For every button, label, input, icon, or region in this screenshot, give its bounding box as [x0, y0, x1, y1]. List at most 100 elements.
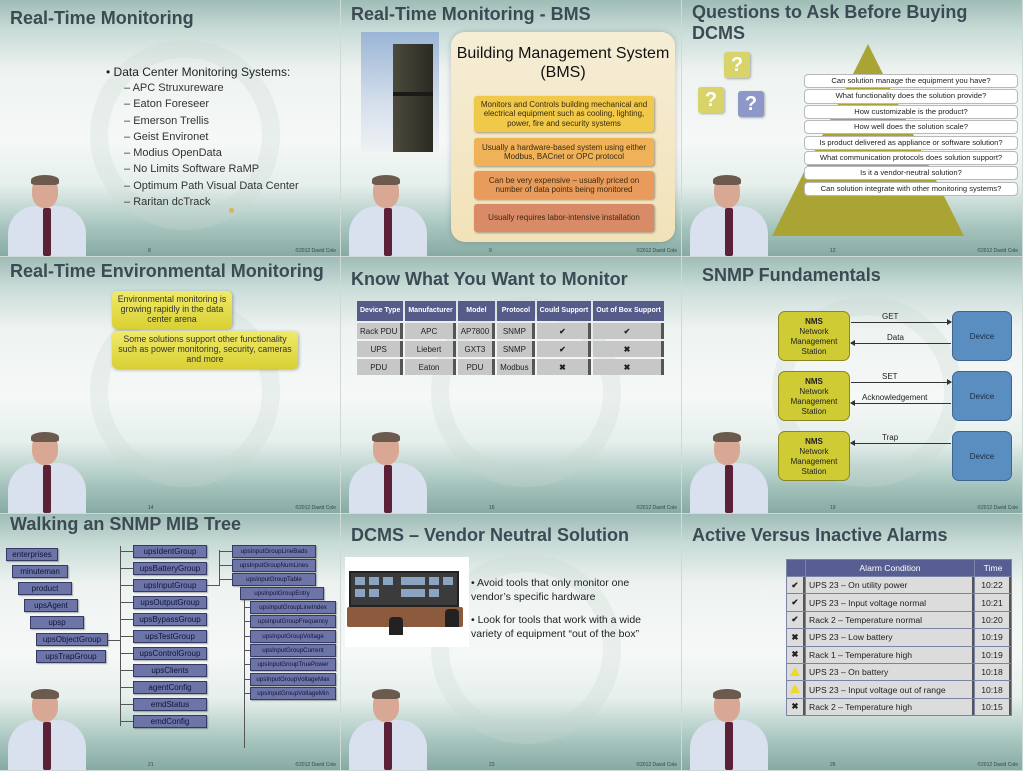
bullet-item: • Look for tools that work with a wide v… [471, 614, 642, 640]
mib-node[interactable]: upsControlGroup [133, 647, 207, 660]
check-icon: ✔ [536, 323, 592, 339]
alarm-row[interactable]: ✔ UPS 23 – On utility power 10:22 [787, 577, 1011, 594]
question-mark-icon: ? [698, 87, 724, 113]
warning-triangle-icon [790, 666, 800, 676]
list-item: – Emerson Trellis [124, 114, 209, 127]
question-mark-icon: ? [738, 91, 764, 117]
mib-node[interactable]: upsInputGroupVoltageMin [250, 686, 336, 700]
mib-node[interactable]: upsInputGroupTable [232, 573, 316, 586]
question-item: Can solution integrate with other monito… [804, 181, 1018, 196]
nms-box: NMS Network Management Station [778, 431, 850, 481]
presenter-video [686, 689, 772, 770]
bullet-list: • Data Center Monitoring Systems: – APC … [106, 64, 299, 210]
copyright: ©2012 David Cole [977, 505, 1018, 511]
device-table: Device Type Manufacturer Model Protocol Coul… [355, 299, 666, 377]
mib-node[interactable]: upsClients [133, 664, 207, 677]
check-icon: ✔ [593, 323, 664, 339]
tree-connector [120, 636, 133, 637]
bullet-heading: • Data Center Monitoring Systems: [106, 65, 291, 79]
mib-node[interactable]: product [18, 582, 72, 595]
mib-node[interactable]: upsTrapGroup [36, 650, 106, 663]
slide-real-time-monitoring[interactable]: Real-Time Monitoring • Data Center Monit… [0, 0, 340, 256]
mib-node[interactable]: upsInputGroup [133, 579, 207, 592]
slide-number: 14 [148, 505, 154, 511]
mib-node[interactable]: upsAgent [24, 599, 78, 612]
mib-node[interactable]: enterprises [6, 548, 58, 561]
presenter-video [345, 175, 431, 256]
list-item-label: Geist Environet [133, 130, 209, 143]
column-header: Could Support [536, 301, 592, 321]
mib-node[interactable]: agentConfig [133, 681, 207, 694]
table-row: PDU Eaton PDU Modbus ✖ ✖ [357, 359, 664, 375]
slide-number: 26 [830, 762, 836, 768]
slide-questions-dcms[interactable]: Questions to Ask Before Buying DCMS ? ? … [682, 0, 1022, 256]
table-cell: UPS [357, 341, 404, 357]
question-mark-icon: ? [724, 52, 750, 78]
alarm-row[interactable]: ✖ Rack 1 – Temperature high 10:19 [787, 646, 1011, 663]
response-label: Data [887, 333, 904, 342]
mib-node[interactable]: upsBypassGroup [133, 613, 207, 626]
mib-node[interactable]: upsp [30, 616, 84, 629]
list-item: – APC Struxureware [124, 82, 224, 94]
slide-snmp-fundamentals[interactable]: SNMP Fundamentals NMS Network Management … [682, 257, 1022, 513]
tree-connector [120, 721, 133, 722]
tree-connector [219, 551, 232, 552]
alarm-time: 10:15 [975, 698, 1011, 716]
mib-node[interactable]: upsOutputGroup [133, 596, 207, 609]
table-cell: Liebert [405, 341, 456, 357]
question-list: Can solution manage the equipment you ha… [804, 74, 1018, 197]
alarm-time: 10:21 [975, 594, 1011, 611]
alarm-row[interactable]: ✔ Rack 2 – Temperature normal 10:20 [787, 611, 1011, 629]
slide-number: 8 [148, 248, 151, 254]
list-item-label: Eaton Foreseer [133, 98, 210, 111]
alarm-condition: UPS 23 – Input voltage normal [806, 594, 974, 611]
mib-node[interactable]: upsInputGroupLineIndex [250, 601, 336, 614]
slide-title: Real-Time Monitoring - BMS [351, 4, 591, 24]
slide-alarms[interactable]: Active Versus Inactive Alarms Alarm Cond… [682, 514, 1022, 770]
mib-node[interactable]: upsInputGroupEntry [240, 587, 324, 600]
mib-node[interactable]: upsIdentGroup [133, 545, 207, 558]
mib-node[interactable]: upsBatteryGroup [133, 562, 207, 575]
mib-node[interactable]: upsInputGroupFrequency [250, 615, 336, 629]
alarm-condition: UPS 23 – Input voltage out of range [806, 681, 974, 698]
time-header: Time [975, 560, 1011, 576]
alarm-row[interactable]: UPS 23 – Input voltage out of range 10:18 [787, 681, 1011, 698]
alarm-condition: UPS 23 – On utility power [806, 577, 974, 594]
alarm-row[interactable]: ✔ UPS 23 – Input voltage normal 10:21 [787, 594, 1011, 611]
alarm-condition: UPS 23 – Low battery [806, 629, 974, 646]
bms-panel-title: Building Management System (BMS) [456, 45, 670, 81]
mib-node[interactable]: emdStatus [133, 698, 207, 711]
mib-node[interactable]: minuteman [12, 565, 68, 578]
alarm-row[interactable]: ✖ Rack 2 – Temperature high 10:15 [787, 698, 1011, 716]
list-item: – Modius OpenData [124, 147, 222, 160]
mib-node[interactable]: upsTestGroup [133, 630, 207, 643]
tree-connector [120, 585, 133, 586]
slide-number: 16 [489, 505, 495, 511]
slide-vendor-neutral[interactable]: DCMS – Vendor Neutral Solution • Avoid t… [341, 514, 681, 770]
tree-connector [207, 585, 219, 586]
slide-bms[interactable]: Real-Time Monitoring - BMS Building Mana… [341, 0, 681, 256]
tree-connector [120, 687, 133, 688]
question-item: How well does the solution scale? [804, 120, 1018, 135]
slide-environmental-monitoring[interactable]: Real-Time Environmental Monitoring Envir… [0, 257, 340, 513]
mib-node[interactable]: upsInputGroupLineBads [232, 545, 316, 558]
slide-mib-tree[interactable]: Walking an SNMP MIB Tree enterprises minu… [0, 514, 340, 770]
check-icon: ✔ [536, 341, 592, 357]
mib-node[interactable]: upsInputGroupVoltage [250, 629, 336, 643]
column-header: Protocol [497, 301, 535, 321]
table-cell: GXT3 [457, 341, 496, 357]
slide-know-what-to-monitor[interactable]: Know What You Want to Monitor Device Typ… [341, 257, 681, 513]
list-item-label: Optimum Path Visual Data Center [133, 179, 299, 192]
slide-title: Real-Time Environmental Monitoring [10, 261, 324, 281]
mib-node[interactable]: upsInputGroupCurrent [250, 643, 336, 657]
mib-node[interactable]: upsInputGroupTruePower [250, 658, 336, 672]
alarm-row[interactable]: UPS 23 – On battery 10:18 [787, 663, 1011, 681]
info-box: Environmental monitoring is growing rapi… [112, 291, 232, 329]
mib-node[interactable]: upsObjectGroup [36, 633, 108, 646]
tree-connector [120, 670, 133, 671]
column-header: Out of Box Support [593, 301, 664, 321]
alarm-row[interactable]: ✖ UPS 23 – Low battery 10:19 [787, 629, 1011, 646]
mib-node[interactable]: upsInputGroupVoltageMax [250, 672, 336, 686]
mib-node[interactable]: emdConfig [133, 715, 207, 728]
mib-node[interactable]: upsInputGroupNumLines [232, 559, 316, 572]
